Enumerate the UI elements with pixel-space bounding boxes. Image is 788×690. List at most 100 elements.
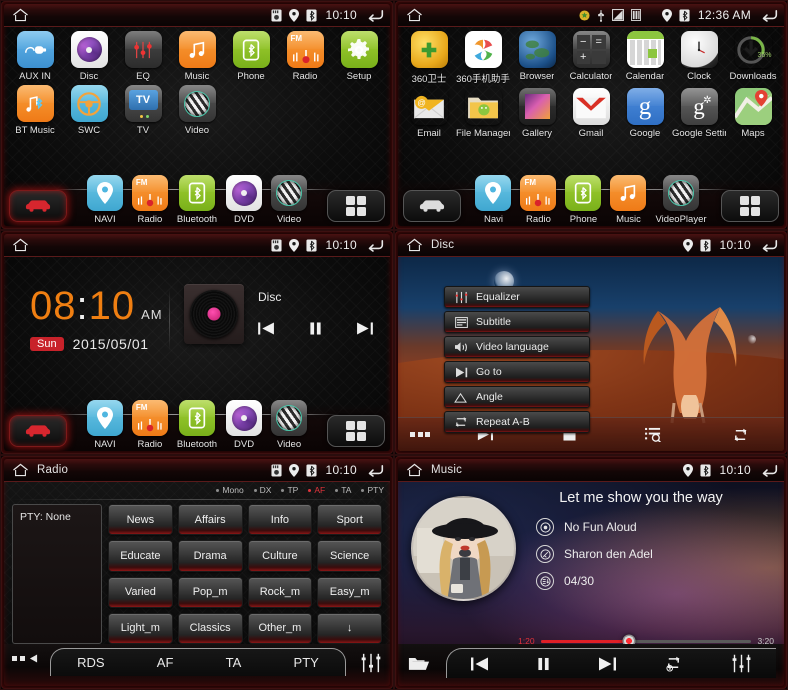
pty-button[interactable]: Sport <box>317 504 382 536</box>
prev-track-icon[interactable] <box>258 322 275 335</box>
home-icon[interactable] <box>404 462 424 478</box>
app-gmail[interactable]: Gmail <box>564 88 618 139</box>
app-video[interactable]: Video <box>170 85 224 136</box>
app-maps[interactable]: Maps <box>726 88 780 139</box>
dock-item-radio[interactable]: FM Radio <box>131 400 168 450</box>
app-google[interactable]: g Google <box>618 88 672 139</box>
pty-button[interactable]: Science <box>317 540 382 572</box>
back-arrow-icon[interactable] <box>760 464 778 477</box>
dock-item-navi[interactable]: Navi <box>475 175 512 225</box>
dock-item-bluetooth[interactable]: Bluetooth <box>177 400 217 450</box>
car-mode-button[interactable] <box>403 190 461 222</box>
dock-item-video[interactable]: Video <box>271 175 308 225</box>
pty-button[interactable]: News <box>108 504 173 536</box>
pty-button[interactable]: Other_m <box>247 612 313 644</box>
app-browser[interactable]: Browser <box>510 31 564 85</box>
album-cover-art[interactable] <box>411 496 516 601</box>
playlist-search-icon[interactable] <box>645 427 662 442</box>
dock-item-videoplayer[interactable]: VideoPlayer <box>655 175 707 225</box>
back-arrow-icon[interactable] <box>366 239 384 252</box>
dock-item-navi[interactable]: NAVI <box>86 400 123 450</box>
flag-af[interactable]: AF <box>308 485 325 495</box>
pty-button[interactable]: Classics <box>177 612 243 644</box>
menu-item-repeat-ab[interactable]: Repeat A-B <box>444 411 590 433</box>
next-track-icon[interactable] <box>598 657 616 671</box>
dock-item-dvd[interactable]: DVD <box>226 400 263 450</box>
clock-widget[interactable]: 08:10 AM Sun 2015/05/01 <box>30 286 163 352</box>
app-phone[interactable]: Phone <box>224 31 278 82</box>
tab-af[interactable]: AF <box>157 655 174 670</box>
back-arrow-icon[interactable] <box>760 9 778 22</box>
app-setup[interactable]: Setup <box>332 31 386 82</box>
dock-item-video[interactable]: Video <box>271 400 308 450</box>
app-eq[interactable]: EQ <box>116 31 170 82</box>
car-mode-button[interactable] <box>9 415 67 447</box>
app-swc[interactable]: SWC <box>62 85 116 136</box>
prev-track-icon[interactable] <box>471 657 489 671</box>
home-icon[interactable] <box>10 237 30 253</box>
flag-dx[interactable]: DX <box>253 485 271 495</box>
home-icon[interactable] <box>404 7 424 23</box>
pty-button[interactable]: Affairs <box>177 504 243 536</box>
equalizer-icon[interactable] <box>731 653 752 674</box>
pty-button-next-page[interactable]: ↓ <box>317 612 382 644</box>
app-clock[interactable]: Clock <box>672 31 726 85</box>
app-calendar[interactable]: Calendar <box>618 31 672 85</box>
app-calculator[interactable]: − = + Calculator <box>564 31 618 85</box>
folder-icon[interactable] <box>408 655 430 672</box>
all-apps-button[interactable] <box>327 190 385 222</box>
pty-button[interactable]: Rock_m <box>247 576 313 608</box>
tab-pty[interactable]: PTY <box>294 655 319 670</box>
pty-button[interactable]: Educate <box>108 540 173 572</box>
app-tv[interactable]: TV TV <box>116 85 170 136</box>
pty-button[interactable]: Culture <box>247 540 313 572</box>
app-360-assistant[interactable]: 360手机助手 <box>456 31 510 85</box>
pause-icon[interactable] <box>309 322 322 335</box>
menu-item-angle[interactable]: Angle <box>444 386 590 408</box>
pty-button[interactable]: Info <box>247 504 313 536</box>
dock-item-navi[interactable]: NAVI <box>86 175 123 225</box>
app-file-manager[interactable]: File Manager <box>456 88 510 139</box>
pty-button[interactable]: Light_m <box>108 612 173 644</box>
app-radio[interactable]: FM Radio <box>278 31 332 82</box>
home-icon[interactable] <box>404 237 424 253</box>
app-music[interactable]: Music <box>170 31 224 82</box>
app-email[interactable]: @ Email <box>402 88 456 139</box>
album-art[interactable] <box>184 284 244 344</box>
menu-item-equalizer[interactable]: Equalizer <box>444 286 590 308</box>
pty-button[interactable]: Drama <box>177 540 243 572</box>
more-dots-icon[interactable] <box>398 432 442 437</box>
home-icon[interactable] <box>10 7 30 23</box>
app-aux-in[interactable]: AUX IN <box>8 31 62 82</box>
pty-button[interactable]: Easy_m <box>317 576 382 608</box>
app-disc[interactable]: Disc <box>62 31 116 82</box>
progress-slider[interactable] <box>540 634 752 648</box>
all-apps-button[interactable] <box>327 415 385 447</box>
pty-button[interactable]: Varied <box>108 576 173 608</box>
menu-item-video-language[interactable]: Video language <box>444 336 590 358</box>
dock-item-bluetooth[interactable]: Bluetooth <box>177 175 217 225</box>
app-bt-music[interactable]: BT Music <box>8 85 62 136</box>
app-google-settings[interactable]: g ✲ Google Settings <box>672 88 726 139</box>
flag-pty[interactable]: PTY <box>361 485 384 495</box>
dock-item-dvd[interactable]: DVD <box>226 175 263 225</box>
app-gallery[interactable]: Gallery <box>510 88 564 139</box>
next-track-icon[interactable] <box>356 322 373 335</box>
dock-item-music[interactable]: Music <box>610 175 647 225</box>
equalizer-icon[interactable] <box>360 652 382 674</box>
back-list-icon[interactable] <box>12 654 38 663</box>
tab-rds[interactable]: RDS <box>77 655 104 670</box>
flag-mono[interactable]: Mono <box>216 485 244 495</box>
pty-button[interactable]: Pop_m <box>177 576 243 608</box>
back-arrow-icon[interactable] <box>366 464 384 477</box>
dock-item-radio[interactable]: FM Radio <box>131 175 168 225</box>
app-downloads[interactable]: 36% Downloads <box>726 31 780 85</box>
car-mode-button[interactable] <box>9 190 67 222</box>
app-360-guard[interactable]: 360卫士 <box>402 31 456 85</box>
pause-icon[interactable] <box>537 657 550 671</box>
flag-ta[interactable]: TA <box>335 485 351 495</box>
all-apps-button[interactable] <box>721 190 779 222</box>
back-arrow-icon[interactable] <box>760 239 778 252</box>
back-arrow-icon[interactable] <box>366 9 384 22</box>
dock-item-phone[interactable]: Phone <box>565 175 602 225</box>
